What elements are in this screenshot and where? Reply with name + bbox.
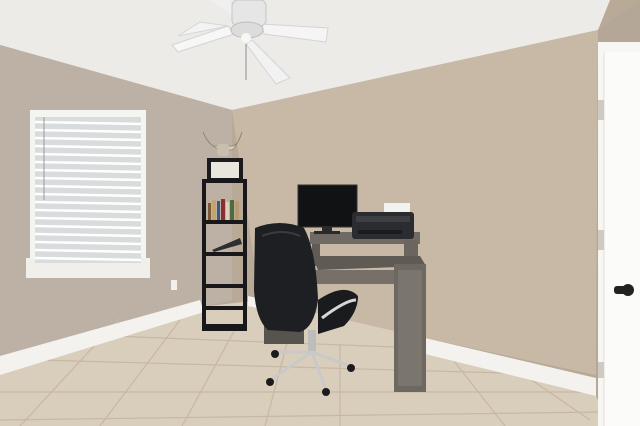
wall-outlet [171, 280, 177, 290]
white-door [598, 42, 640, 426]
computer-monitor [297, 184, 358, 234]
room-photo [0, 0, 640, 426]
window-with-blinds [26, 110, 150, 278]
